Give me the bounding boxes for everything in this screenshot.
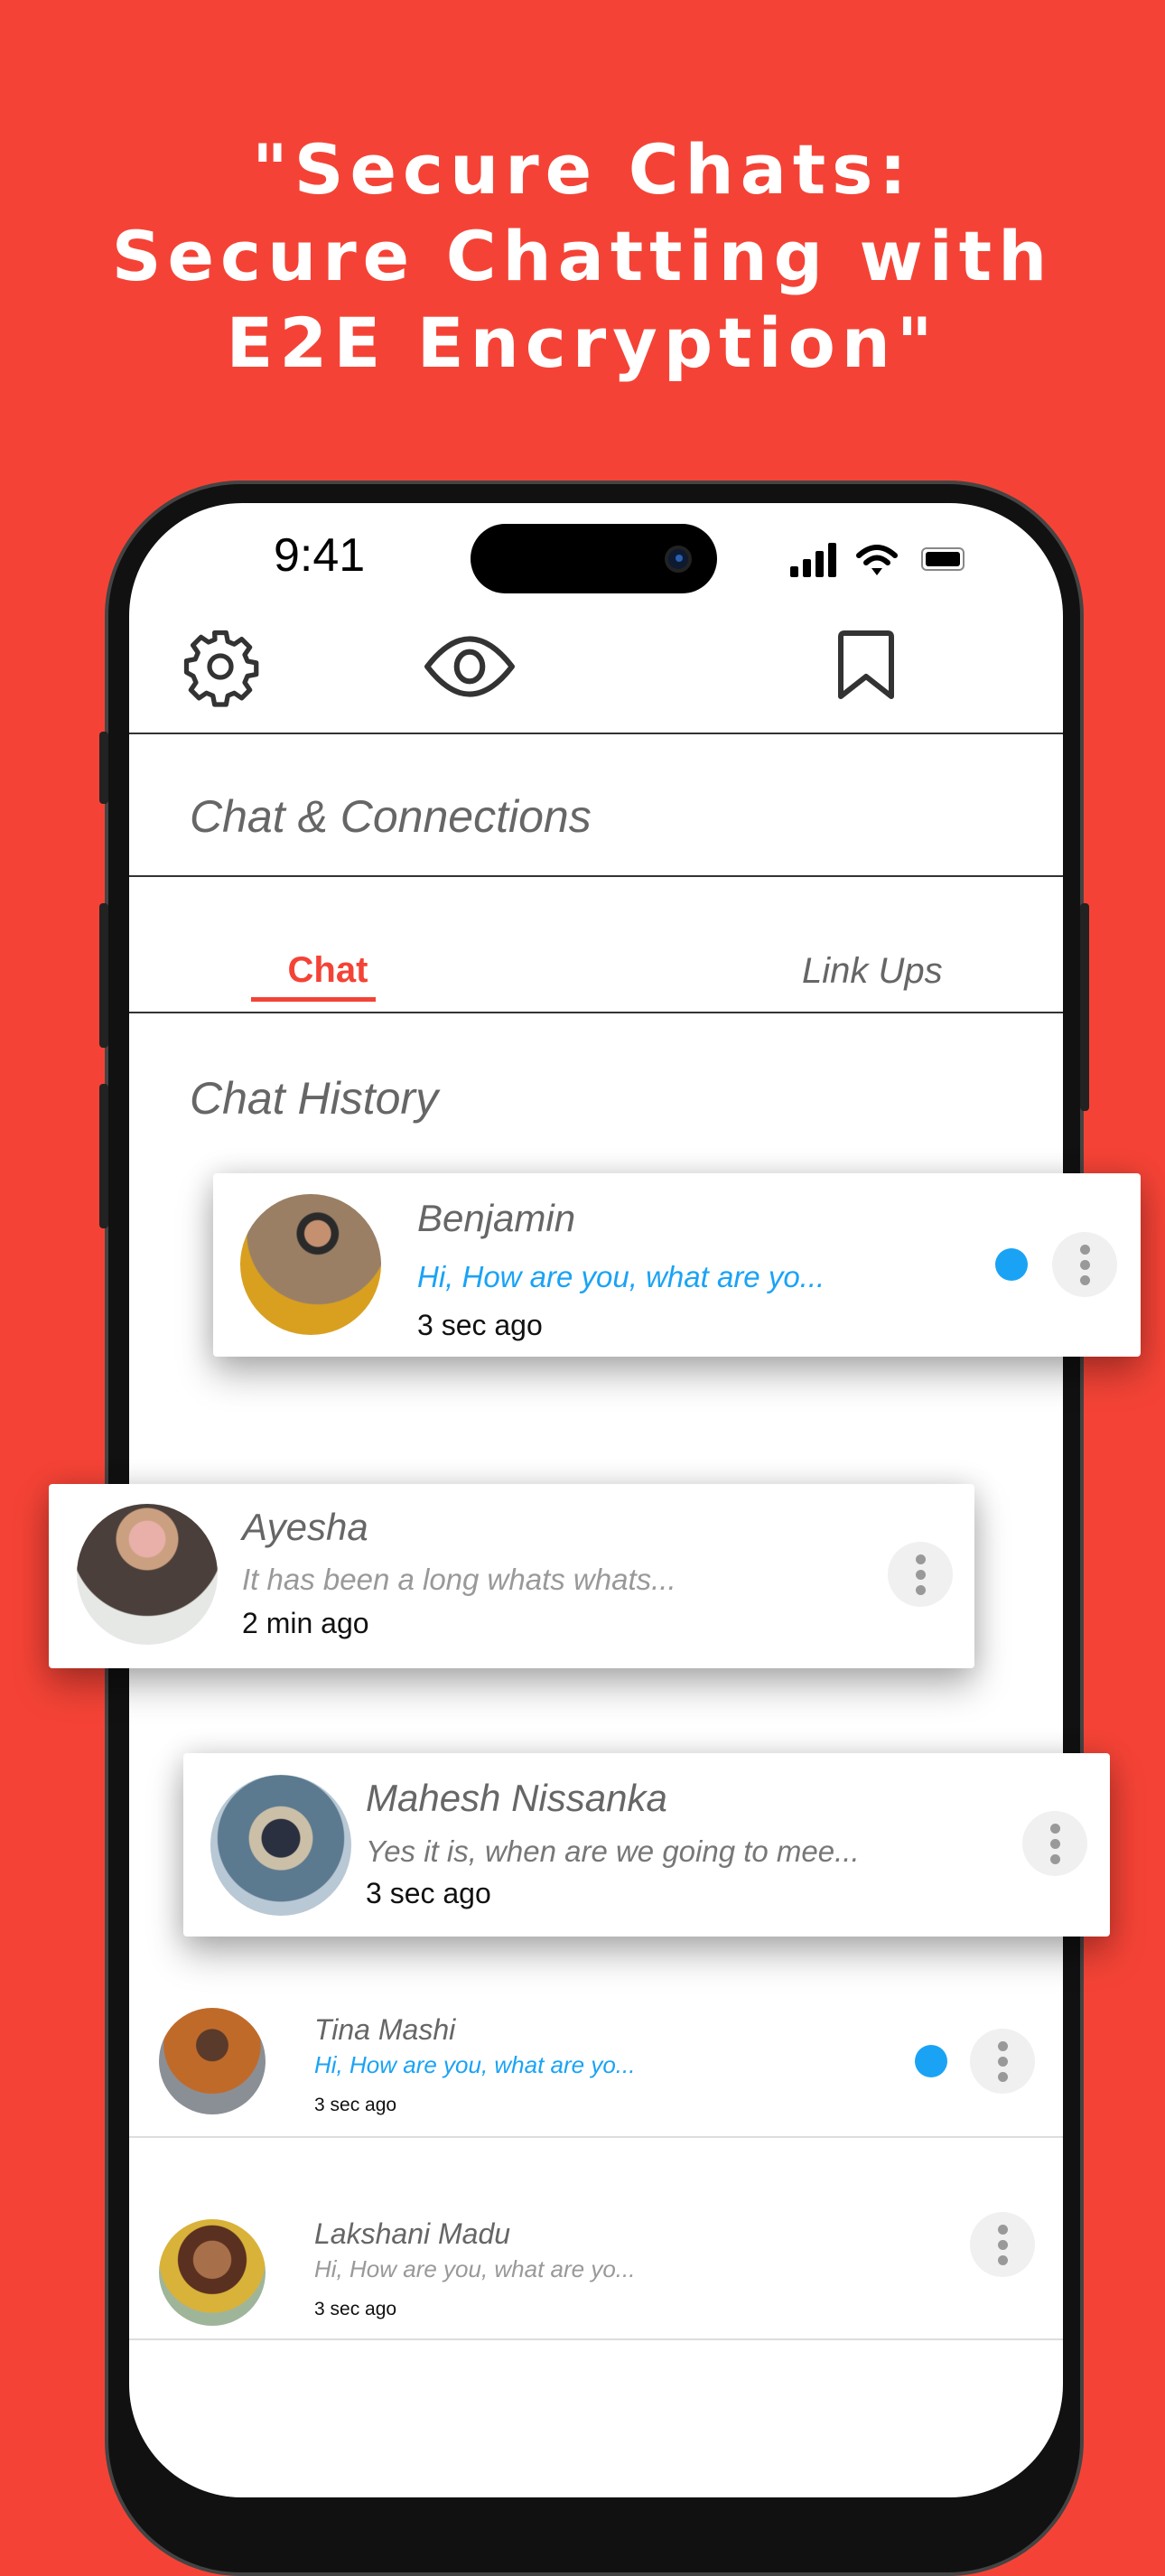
- promo-headline: "Secure Chats: Secure Chatting with E2E …: [0, 126, 1165, 387]
- bookmark-icon[interactable]: [830, 630, 902, 702]
- camera-icon: [665, 546, 692, 573]
- dynamic-island: [471, 524, 717, 593]
- phone-side-button: [99, 732, 108, 804]
- headline-line-2: Secure Chatting with: [111, 216, 1054, 296]
- avatar: [210, 1775, 351, 1916]
- status-time: 9:41: [274, 529, 366, 582]
- avatar[interactable]: [159, 2219, 266, 2326]
- contact-name: Tina Mashi: [314, 2013, 456, 2046]
- contact-name: Benjamin: [417, 1197, 576, 1239]
- unread-dot: [915, 2045, 947, 2077]
- avatar: [77, 1504, 218, 1645]
- avatar[interactable]: [159, 2008, 266, 2114]
- timestamp: 2 min ago: [242, 1607, 369, 1639]
- wifi-icon: [856, 545, 898, 565]
- divider: [129, 1012, 1063, 1013]
- contact-name: Mahesh Nissanka: [366, 1777, 667, 1819]
- message-preview: Hi, How are you, what are yo...: [314, 2255, 636, 2282]
- timestamp: 3 sec ago: [314, 2095, 397, 2115]
- timestamp: 3 sec ago: [417, 1309, 543, 1341]
- wifi-dot: [871, 568, 882, 575]
- divider: [129, 733, 1063, 734]
- message-preview: Hi, How are you, what are yo...: [417, 1260, 825, 1293]
- more-options-button[interactable]: [888, 1542, 953, 1607]
- phone-volume-down: [99, 1084, 108, 1228]
- message-preview: It has been a long whats whats...: [242, 1563, 676, 1596]
- tab-link-ups[interactable]: Link Ups: [802, 951, 943, 992]
- phone-volume-up: [99, 903, 108, 1048]
- message-preview: Hi, How are you, what are yo...: [314, 2051, 636, 2078]
- signal-icon: [790, 543, 836, 577]
- headline-line-1: "Secure Chats:: [252, 129, 913, 210]
- unread-dot: [995, 1248, 1028, 1281]
- page-title: Chat & Connections: [190, 791, 592, 842]
- active-tab-indicator: [251, 997, 376, 1002]
- gear-icon[interactable]: [180, 626, 261, 707]
- more-options-button[interactable]: [970, 2212, 1035, 2277]
- contact-name: Lakshani Madu: [314, 2217, 511, 2250]
- more-options-button[interactable]: [970, 2029, 1035, 2094]
- more-options-button[interactable]: [1022, 1811, 1087, 1876]
- chat-card-ayesha[interactable]: Ayesha It has been a long whats whats...…: [49, 1484, 974, 1668]
- eye-icon[interactable]: [422, 630, 517, 704]
- divider: [129, 2136, 1063, 2138]
- tab-chat[interactable]: Chat: [265, 950, 391, 991]
- timestamp: 3 sec ago: [314, 2299, 397, 2319]
- phone-power-button: [1080, 903, 1089, 1111]
- divider: [129, 875, 1063, 877]
- chat-card-mahesh[interactable]: Mahesh Nissanka Yes it is, when are we g…: [183, 1753, 1110, 1937]
- timestamp: 3 sec ago: [366, 1877, 491, 1909]
- more-options-button[interactable]: [1052, 1232, 1117, 1297]
- avatar: [240, 1194, 381, 1335]
- battery-icon: [921, 547, 965, 571]
- message-preview: Yes it is, when are we going to mee...: [366, 1834, 860, 1868]
- contact-name: Ayesha: [242, 1506, 368, 1548]
- section-title: Chat History: [190, 1073, 439, 1124]
- divider: [129, 2338, 1063, 2340]
- chat-card-benjamin[interactable]: Benjamin Hi, How are you, what are yo...…: [213, 1173, 1141, 1357]
- headline-line-3: E2E Encryption": [226, 303, 939, 383]
- status-icons: [790, 543, 965, 577]
